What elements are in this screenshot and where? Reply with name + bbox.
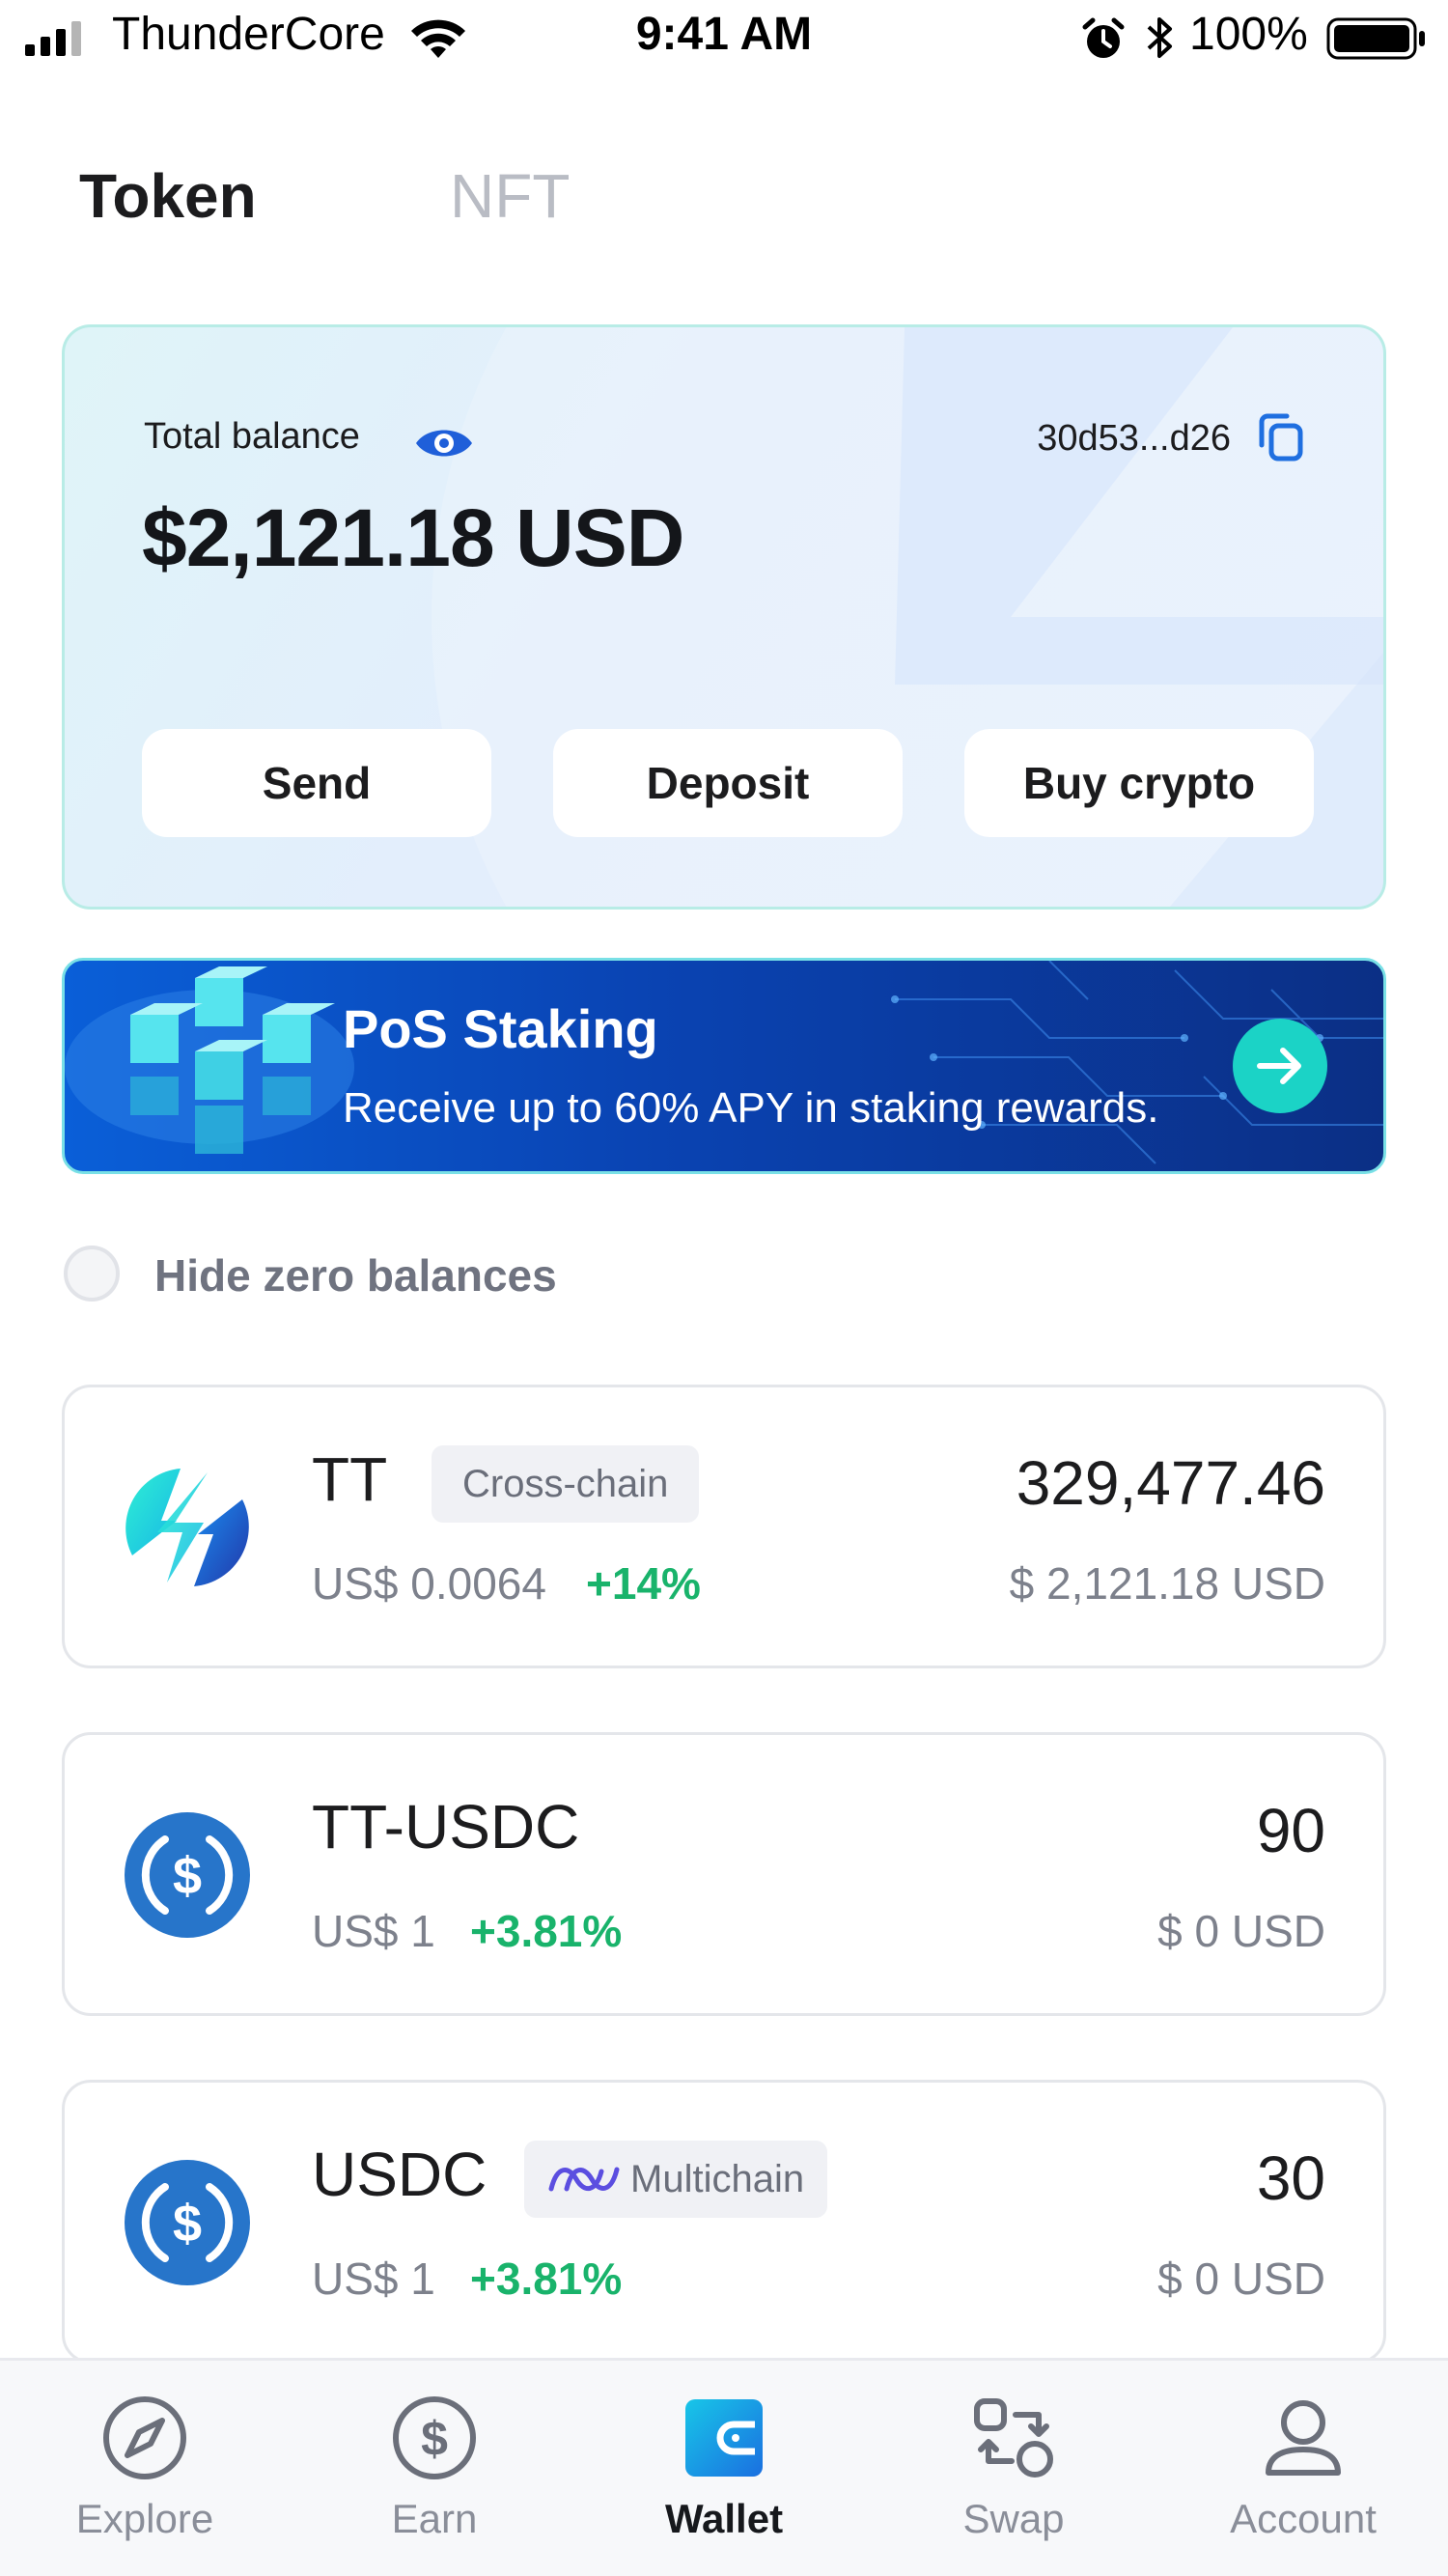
tab-nft[interactable]: NFT xyxy=(450,160,570,232)
nav-label: Account xyxy=(1230,2496,1377,2541)
token-change: +14% xyxy=(586,1558,701,1609)
token-name: TT-USDC xyxy=(312,1792,580,1862)
swap-icon xyxy=(974,2398,1053,2478)
compass-icon xyxy=(103,2396,186,2479)
usdc-logo-icon: $ xyxy=(125,1812,250,1938)
total-balance-amount: $2,121.18 USD xyxy=(142,492,684,583)
nav-label: Earn xyxy=(391,2496,478,2541)
thundercore-logo-icon xyxy=(125,1469,249,1586)
usdc-logo-icon: $ xyxy=(125,2160,250,2285)
copy-icon[interactable] xyxy=(1254,410,1308,464)
token-change: +3.81% xyxy=(470,2254,623,2304)
send-button[interactable]: Send xyxy=(142,729,491,837)
wallet-icon xyxy=(685,2399,763,2477)
nav-label: Explore xyxy=(75,2496,214,2541)
user-icon xyxy=(1266,2400,1341,2476)
token-amount: 30 xyxy=(1256,2143,1325,2213)
token-amount: 329,477.46 xyxy=(1016,1448,1325,1518)
tab-token[interactable]: Token xyxy=(79,160,257,232)
hide-zero-label[interactable]: Hide zero balances xyxy=(154,1249,557,1302)
token-usd-value: $ 0 USD xyxy=(1157,1906,1325,1956)
token-name: USDC xyxy=(312,2140,487,2209)
token-card-tt-usdc[interactable]: $ TT-USDC US$ 1 +3.81% 90 $ 0 USD xyxy=(62,1732,1386,2016)
battery-icon xyxy=(1326,17,1425,60)
dollar-circle-icon: $ xyxy=(393,2396,476,2479)
staking-title: PoS Staking xyxy=(343,998,658,1059)
token-card-tt[interactable]: TT Cross-chain US$ 0.0064 +14% 329,477.4… xyxy=(62,1385,1386,1668)
token-change: +3.81% xyxy=(470,1906,623,1956)
badge-label: Multichain xyxy=(630,2157,805,2200)
balance-card: Total balance 30d53...d26 $2,121.18 USD … xyxy=(62,324,1386,910)
nav-account[interactable]: Account xyxy=(1158,2361,1448,2576)
token-amount: 90 xyxy=(1256,1796,1325,1865)
token-usd-value: $ 2,121.18 USD xyxy=(1009,1558,1325,1609)
nav-swap[interactable]: Swap xyxy=(869,2361,1158,2576)
token-name: TT xyxy=(312,1444,388,1514)
token-card-usdc[interactable]: $ USDC Multichain US$ 1 +3.81% 30 $ 0 US… xyxy=(62,2080,1386,2364)
staking-subtitle: Receive up to 60% APY in staking rewards… xyxy=(343,1084,1159,1132)
hide-zero-checkbox[interactable] xyxy=(64,1246,120,1302)
token-price: US$ 1 xyxy=(312,1906,435,1956)
wallet-address: 30d53...d26 xyxy=(1037,418,1231,459)
svg-text:$: $ xyxy=(173,2195,202,2253)
bluetooth-icon xyxy=(1147,17,1172,58)
battery-percent: 100% xyxy=(1189,9,1308,60)
multichain-badge: Multichain xyxy=(524,2141,828,2218)
alarm-icon xyxy=(1082,17,1125,58)
status-bar: ThunderCore 9:41 AM 100% xyxy=(0,0,1448,77)
token-price: US$ 0.0064 xyxy=(312,1558,546,1609)
deposit-button[interactable]: Deposit xyxy=(553,729,903,837)
token-price: US$ 1 xyxy=(312,2254,435,2304)
multichain-icon xyxy=(548,2167,620,2192)
nav-earn[interactable]: $ Earn xyxy=(290,2361,579,2576)
buy-crypto-button[interactable]: Buy crypto xyxy=(964,729,1314,837)
svg-text:$: $ xyxy=(173,1847,202,1905)
eye-icon[interactable] xyxy=(414,422,474,464)
nav-wallet[interactable]: Wallet xyxy=(579,2361,869,2576)
pos-staking-banner[interactable]: PoS Staking Receive up to 60% APY in sta… xyxy=(62,958,1386,1174)
staking-cubes-icon xyxy=(65,961,1383,1164)
total-balance-label: Total balance xyxy=(144,416,360,457)
nav-label: Swap xyxy=(962,2496,1065,2541)
token-usd-value: $ 0 USD xyxy=(1157,2254,1325,2304)
nav-label: Wallet xyxy=(664,2496,784,2541)
bottom-nav: Explore $ Earn Wallet Swap Account xyxy=(0,2358,1448,2576)
badge-label: Cross-chain xyxy=(462,1462,669,1505)
nav-explore[interactable]: Explore xyxy=(0,2361,290,2576)
svg-text:$: $ xyxy=(421,2412,448,2466)
arrow-right-icon[interactable] xyxy=(1233,1019,1327,1113)
cross-chain-badge: Cross-chain xyxy=(432,1445,700,1523)
